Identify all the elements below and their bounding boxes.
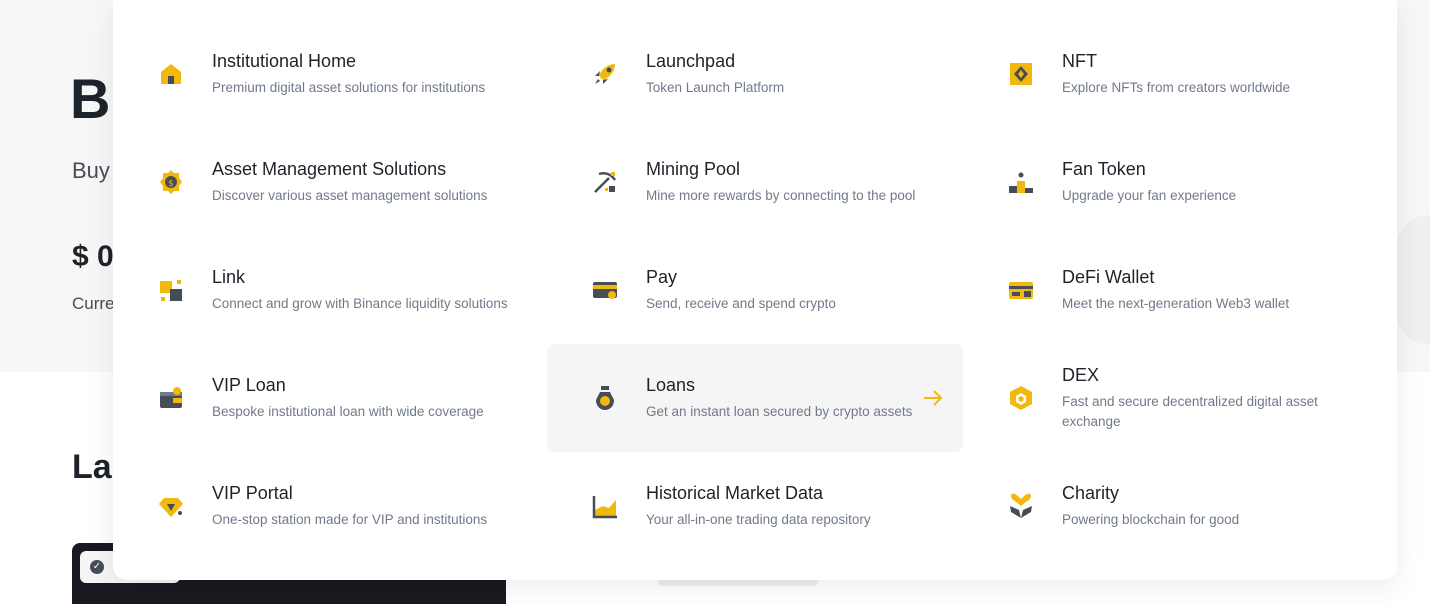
menu-item-description: One-stop station made for VIP and instit… bbox=[212, 512, 488, 527]
arrow-right-icon bbox=[921, 386, 945, 410]
menu-item-loans[interactable]: Loans Get an instant loan secured by cry… bbox=[547, 344, 963, 452]
hero-subtitle: Buy bbox=[72, 158, 110, 183]
menu-item-description: Connect and grow with Binance liquidity … bbox=[212, 296, 508, 311]
menu-item-description: Send, receive and spend crypto bbox=[646, 296, 836, 311]
menu-item-title: VIP Portal bbox=[212, 483, 293, 503]
link-blocks-icon bbox=[157, 276, 185, 304]
menu-item-description: Discover various asset management soluti… bbox=[212, 188, 488, 203]
menu-item-description: Explore NFTs from creators worldwide bbox=[1062, 80, 1291, 95]
hero-price: $ 0 bbox=[72, 240, 114, 273]
menu-item-vip-portal[interactable]: VIP Portal One-stop station made for VIP… bbox=[113, 452, 529, 560]
menu-item-title: Institutional Home bbox=[212, 51, 357, 71]
menu-item-description: Premium digital asset solutions for inst… bbox=[212, 80, 486, 95]
menu-item-description: Bespoke institutional loan with wide cov… bbox=[212, 404, 484, 419]
menu-item-description: Token Launch Platform bbox=[646, 80, 785, 95]
hero-currency-label: Curre bbox=[72, 294, 115, 313]
menu-item-title: Launchpad bbox=[646, 51, 736, 71]
money-bag-icon bbox=[591, 384, 619, 412]
menu-item-description: Your all-in-one trading data repository bbox=[646, 512, 871, 527]
cube-icon bbox=[1007, 384, 1035, 412]
wallet-icon bbox=[157, 384, 185, 412]
menu-item-title: Loans bbox=[646, 375, 696, 395]
menu-item-description: Powering blockchain for good bbox=[1062, 512, 1240, 527]
menu-item-description: Mine more rewards by connecting to the p… bbox=[646, 188, 916, 203]
diamond-icon bbox=[157, 492, 185, 520]
menu-item-title: NFT bbox=[1062, 51, 1097, 71]
menu-item-pay[interactable]: Pay Send, receive and spend crypto bbox=[547, 236, 963, 344]
section-heading: La bbox=[72, 448, 112, 486]
menu-item-title: Mining Pool bbox=[646, 159, 741, 179]
menu-item-title: Fan Token bbox=[1062, 159, 1146, 179]
menu-item-title: Link bbox=[212, 267, 246, 287]
menu-item-title: Pay bbox=[646, 267, 678, 287]
nft-icon bbox=[1007, 60, 1035, 88]
menu-item-charity[interactable]: Charity Powering blockchain for good bbox=[963, 452, 1379, 560]
podium-icon bbox=[1007, 168, 1035, 196]
check-icon: ✓ bbox=[90, 560, 104, 574]
menu-item-defi-wallet[interactable]: DeFi Wallet Meet the next-generation Web… bbox=[963, 236, 1379, 344]
dollar-coin-icon: $ bbox=[157, 168, 185, 196]
menu-item-historical-market-data[interactable]: Historical Market Data Your all-in-one t… bbox=[547, 452, 963, 560]
menu-item-vip-loan[interactable]: VIP Loan Bespoke institutional loan with… bbox=[113, 344, 529, 452]
products-dropdown-menu: Institutional Home Premium digital asset… bbox=[113, 0, 1397, 580]
home-icon bbox=[157, 60, 185, 88]
svg-text:$: $ bbox=[168, 179, 174, 189]
menu-item-dex[interactable]: DEX Fast and secure decentralized digita… bbox=[963, 344, 1379, 452]
menu-item-description: Get an instant loan secured by crypto as… bbox=[646, 404, 913, 419]
menu-item-title: DeFi Wallet bbox=[1062, 267, 1155, 287]
menu-item-title: VIP Loan bbox=[212, 375, 286, 395]
menu-item-description: Meet the next-generation Web3 wallet bbox=[1062, 296, 1290, 311]
menu-item-fan-token[interactable]: Fan Token Upgrade your fan experience bbox=[963, 128, 1379, 236]
menu-item-title: Charity bbox=[1062, 483, 1120, 503]
chart-area-icon bbox=[591, 492, 619, 520]
menu-item-institutional-home[interactable]: Institutional Home Premium digital asset… bbox=[113, 20, 529, 128]
pickaxe-icon bbox=[591, 168, 619, 196]
menu-item-link[interactable]: Link Connect and grow with Binance liqui… bbox=[113, 236, 529, 344]
heart-hands-icon bbox=[1007, 492, 1035, 520]
menu-item-title: Asset Management Solutions bbox=[212, 159, 447, 179]
menu-item-title: Historical Market Data bbox=[646, 483, 824, 503]
menu-item-description: Upgrade your fan experience bbox=[1062, 188, 1237, 203]
rocket-icon bbox=[591, 60, 619, 88]
menu-item-asset-management[interactable]: $ Asset Management Solutions Discover va… bbox=[113, 128, 529, 236]
menu-item-mining-pool[interactable]: Mining Pool Mine more rewards by connect… bbox=[547, 128, 963, 236]
menu-item-description: Fast and secure decentralized digital as… bbox=[1062, 394, 1318, 429]
menu-item-nft[interactable]: NFT Explore NFTs from creators worldwide bbox=[963, 20, 1379, 128]
menu-item-launchpad[interactable]: Launchpad Token Launch Platform bbox=[547, 20, 963, 128]
hero-decoration bbox=[1396, 215, 1430, 345]
card-icon bbox=[591, 276, 619, 304]
defi-wallet-icon bbox=[1007, 276, 1035, 304]
menu-item-title: DEX bbox=[1062, 365, 1100, 385]
